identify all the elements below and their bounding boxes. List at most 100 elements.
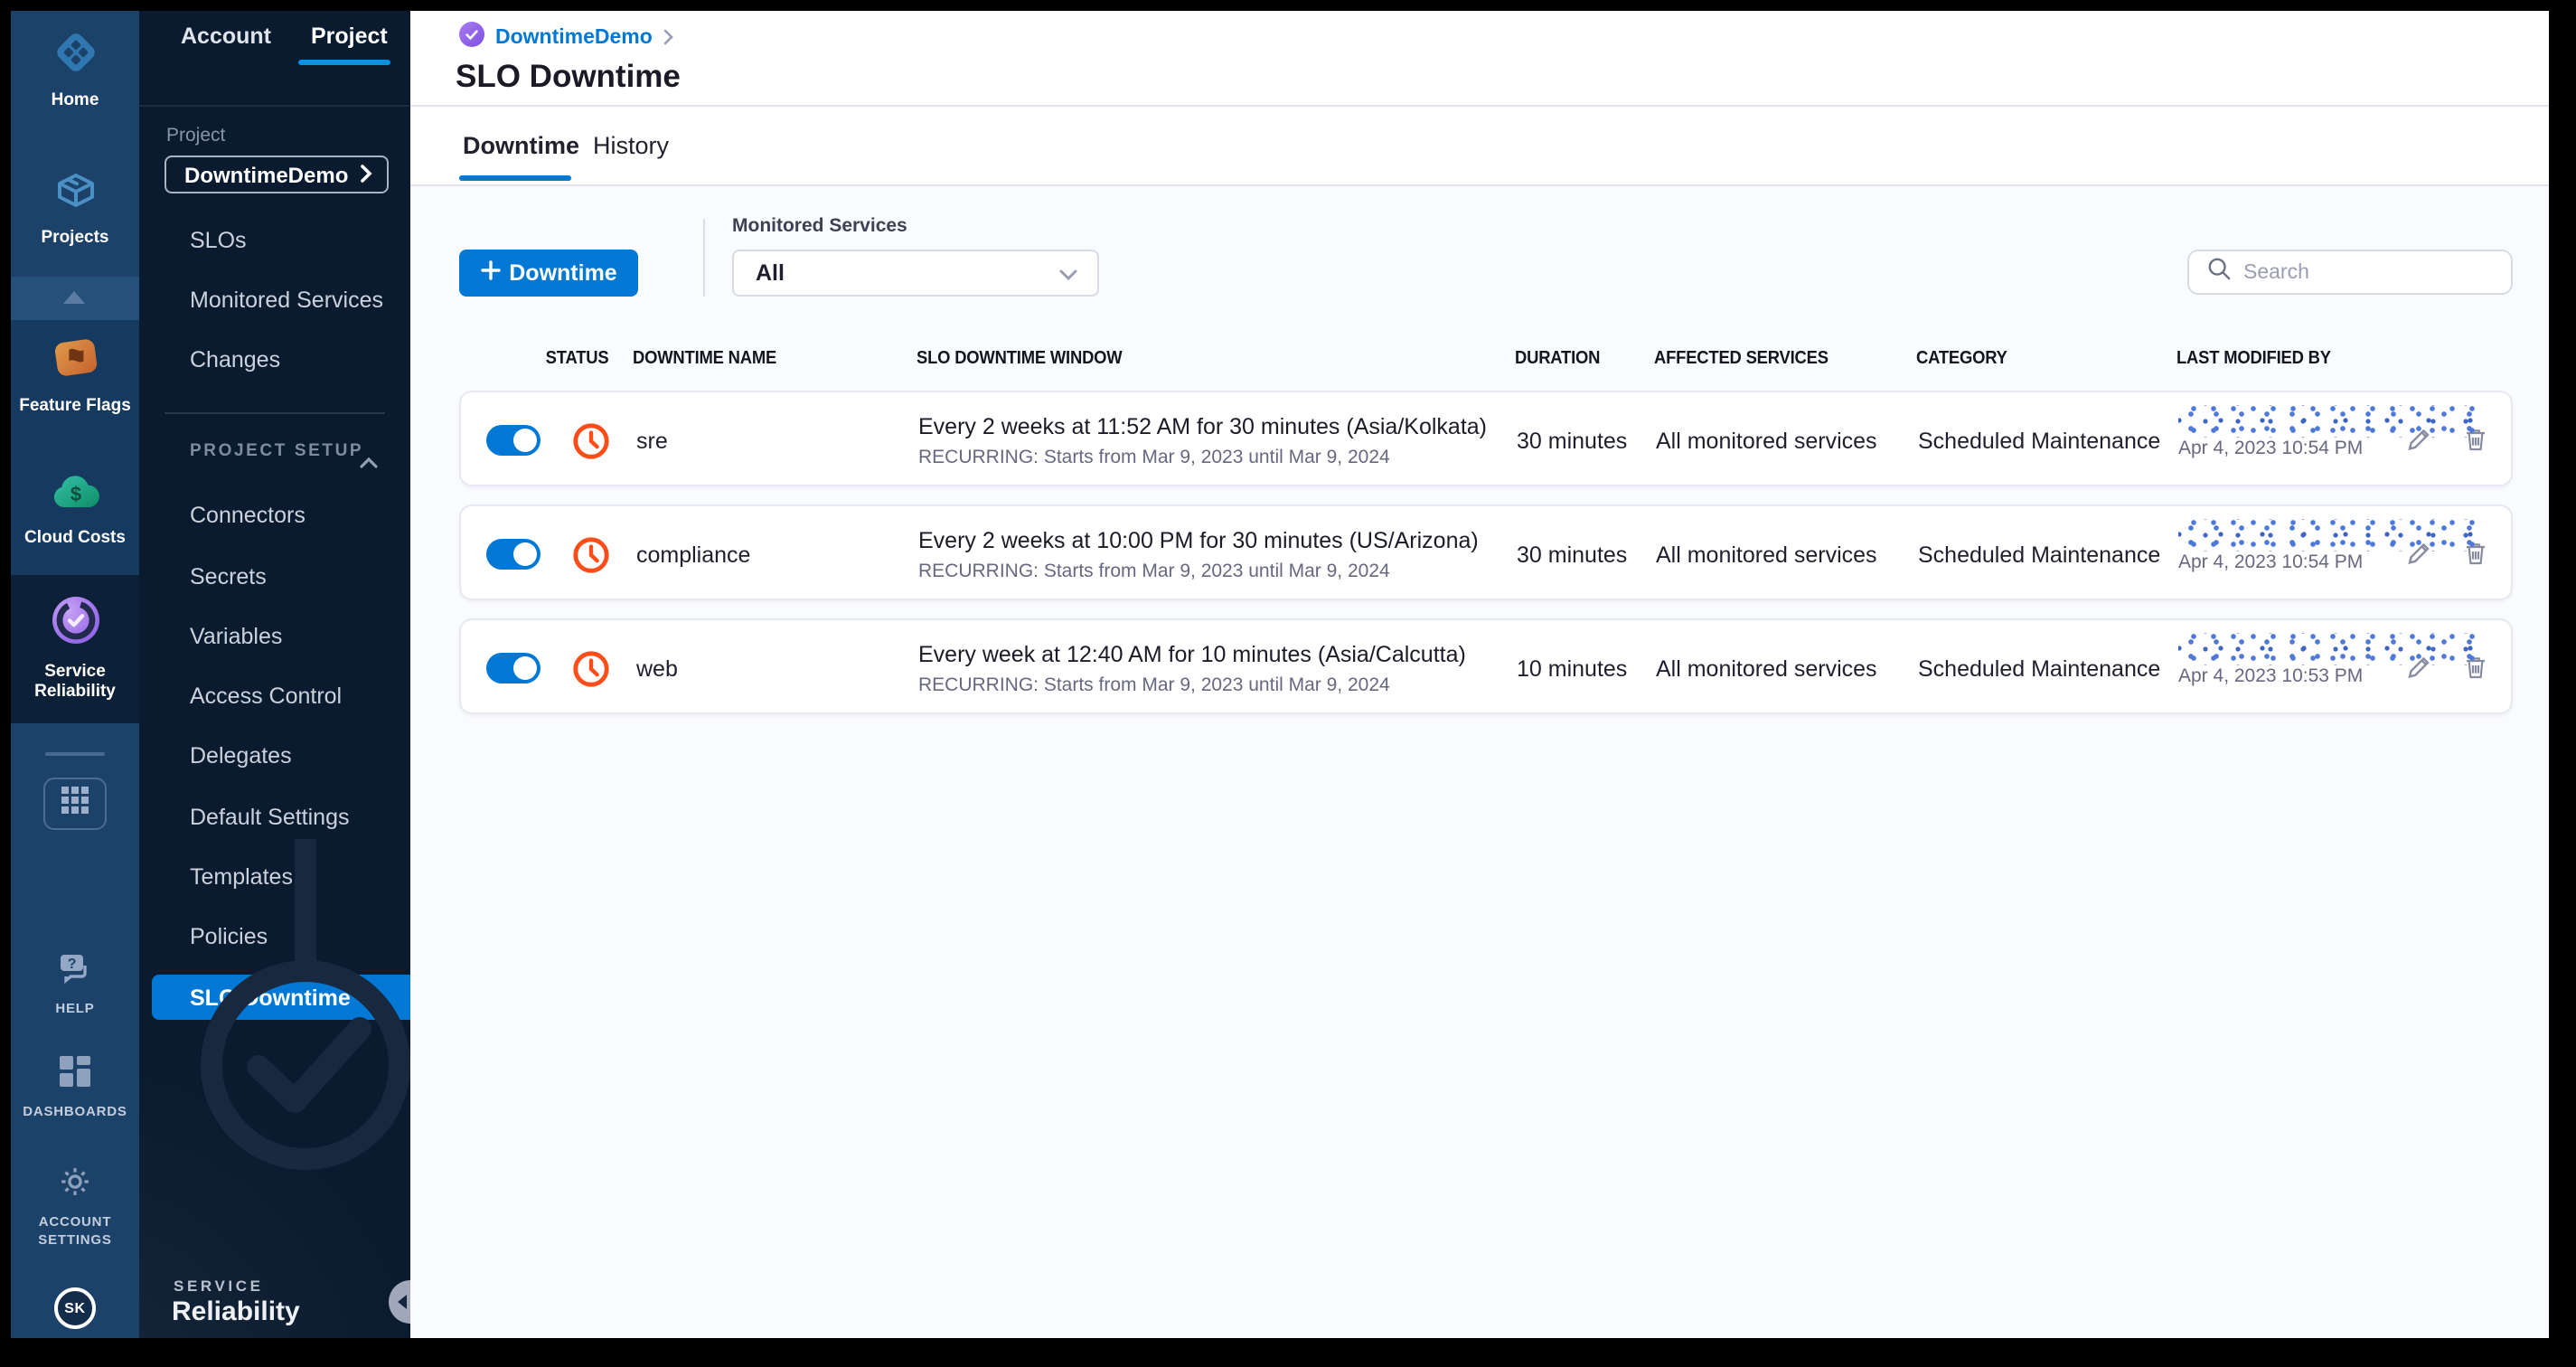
sidebar-collapse-handle[interactable] bbox=[389, 1280, 410, 1324]
chevron-right-icon bbox=[663, 22, 674, 54]
sidebar-tab-account[interactable]: Account bbox=[181, 24, 271, 49]
duration: 30 minutes bbox=[1517, 428, 1628, 453]
apps-grid-icon bbox=[61, 786, 89, 822]
search-input[interactable] bbox=[2243, 261, 2478, 283]
rail-collapse-arrow-icon[interactable] bbox=[63, 291, 85, 304]
sidebar-divider bbox=[139, 105, 410, 107]
service-reliability-icon bbox=[48, 593, 102, 656]
rail-item-feature-flags[interactable]: Feature Flags bbox=[11, 333, 139, 416]
recurring-clock-icon bbox=[571, 648, 611, 688]
recurring-clock-icon bbox=[571, 420, 611, 460]
collapse-left-icon bbox=[397, 1295, 406, 1309]
rail-item-projects[interactable]: Projects bbox=[11, 166, 139, 248]
sidebar-item-templates[interactable]: Templates bbox=[139, 855, 410, 899]
sidebar-item-slos[interactable]: SLOs bbox=[139, 219, 410, 262]
gear-icon bbox=[58, 1164, 92, 1208]
cloud-costs-icon: $ bbox=[48, 470, 102, 523]
filter-value: All bbox=[756, 260, 785, 286]
last-modified-time: Apr 4, 2023 10:53 PM bbox=[2178, 665, 2364, 687]
rail-item-home[interactable]: Home bbox=[11, 29, 139, 110]
main-content: DowntimeDemo SLO Downtime Downtime Histo… bbox=[410, 11, 2549, 1338]
dashboards-icon bbox=[58, 1054, 92, 1098]
plus-icon bbox=[480, 260, 500, 286]
chevron-down-icon bbox=[1059, 260, 1077, 286]
project-setup-section-label[interactable]: PROJECT SETUP bbox=[190, 441, 363, 461]
affected-services: All monitored services bbox=[1656, 655, 1877, 681]
duration: 10 minutes bbox=[1517, 655, 1628, 681]
sidebar-item-connectors[interactable]: Connectors bbox=[139, 494, 410, 537]
sidebar-item-variables[interactable]: Variables bbox=[139, 615, 410, 658]
tab-downtime[interactable]: Downtime bbox=[463, 132, 579, 159]
app-window: Home Projects Feature Flags $ Cloud Cost… bbox=[11, 11, 2549, 1338]
sidebar-item-secrets[interactable]: Secrets bbox=[139, 555, 410, 599]
downtime-window: Every 2 weeks at 10:00 PM for 30 minutes… bbox=[918, 527, 1479, 581]
col-category: CATEGORY bbox=[1916, 348, 2007, 368]
search-icon bbox=[2207, 256, 2231, 288]
col-last-modified-by: LAST MODIFIED BY bbox=[2176, 348, 2331, 368]
status-toggle[interactable] bbox=[486, 653, 541, 684]
rail-item-service-reliability[interactable]: Service Reliability bbox=[11, 593, 139, 702]
sidebar-item-default-settings[interactable]: Default Settings bbox=[139, 796, 410, 839]
chevron-right-icon bbox=[360, 162, 372, 187]
tab-history[interactable]: History bbox=[593, 132, 669, 159]
breadcrumb-project-link[interactable]: DowntimeDemo bbox=[495, 27, 653, 49]
table-row: compliance Every 2 weeks at 10:00 PM for… bbox=[459, 504, 2513, 600]
sidebar-item-slo-downtime-active[interactable]: SLO Downtime bbox=[152, 975, 410, 1020]
status-toggle[interactable] bbox=[486, 425, 541, 456]
screen: Home Projects Feature Flags $ Cloud Cost… bbox=[0, 0, 2576, 1367]
monitored-services-filter[interactable]: All bbox=[732, 250, 1099, 297]
affected-services: All monitored services bbox=[1656, 428, 1877, 453]
sidebar-item-changes[interactable]: Changes bbox=[139, 338, 410, 382]
table-header: STATUS DOWNTIME NAME SLO DOWNTIME WINDOW… bbox=[459, 342, 2513, 374]
project-name: DowntimeDemo bbox=[184, 162, 349, 187]
rail-item-label: Cloud Costs bbox=[24, 528, 126, 548]
sidebar-footer-title: Reliability bbox=[172, 1296, 300, 1327]
rail-item-label: ACCOUNT SETTINGS bbox=[38, 1213, 112, 1247]
user-avatar[interactable]: SK bbox=[54, 1287, 96, 1329]
category: Scheduled Maintenance bbox=[1918, 428, 2161, 453]
breadcrumb: DowntimeDemo bbox=[459, 21, 674, 54]
new-downtime-button[interactable]: Downtime bbox=[459, 250, 638, 297]
module-rail: Home Projects Feature Flags $ Cloud Cost… bbox=[11, 11, 139, 1338]
reliability-watermark bbox=[201, 839, 410, 1170]
rail-item-dashboards[interactable]: DASHBOARDS bbox=[11, 1054, 139, 1120]
redacted-user-name bbox=[2178, 519, 2482, 552]
active-tab-underline bbox=[459, 175, 571, 181]
category: Scheduled Maintenance bbox=[1918, 542, 2161, 567]
col-downtime-name: DOWNTIME NAME bbox=[633, 348, 777, 368]
table-row: web Every week at 12:40 AM for 10 minute… bbox=[459, 618, 2513, 714]
last-modified-time: Apr 4, 2023 10:54 PM bbox=[2178, 438, 2364, 459]
downtime-window: Every 2 weeks at 11:52 AM for 30 minutes… bbox=[918, 413, 1487, 467]
chevron-up-icon[interactable] bbox=[360, 445, 378, 477]
rail-item-cloud-costs[interactable]: $ Cloud Costs bbox=[11, 470, 139, 548]
affected-services: All monitored services bbox=[1656, 542, 1877, 567]
downtime-name: web bbox=[636, 655, 678, 681]
help-icon: ? bbox=[56, 951, 94, 995]
last-modified-cell: Apr 4, 2023 10:54 PM bbox=[2178, 506, 2511, 602]
sidebar-item-delegates[interactable]: Delegates bbox=[139, 734, 410, 778]
downtime-name: compliance bbox=[636, 542, 751, 567]
svg-text:$: $ bbox=[70, 483, 80, 505]
apps-grid-button[interactable] bbox=[43, 778, 107, 830]
sidebar-tab-underline bbox=[298, 60, 390, 64]
redacted-user-name bbox=[2178, 405, 2482, 438]
project-sidebar: Account Project Project DowntimeDemo SLO… bbox=[139, 11, 410, 1338]
sidebar-item-access-control[interactable]: Access Control bbox=[139, 674, 410, 718]
rail-item-account-settings[interactable]: ACCOUNT SETTINGS bbox=[11, 1164, 139, 1248]
status-toggle[interactable] bbox=[486, 539, 541, 570]
rail-item-help[interactable]: ? HELP bbox=[11, 951, 139, 1017]
home-icon bbox=[52, 29, 99, 85]
sidebar-tab-project[interactable]: Project bbox=[311, 24, 388, 49]
page-title: SLO Downtime bbox=[456, 58, 681, 94]
rail-item-label: Projects bbox=[41, 228, 109, 248]
redacted-user-name bbox=[2178, 633, 2482, 665]
project-selector[interactable]: DowntimeDemo bbox=[165, 156, 389, 193]
sidebar-item-monitored-services[interactable]: Monitored Services bbox=[139, 278, 410, 322]
sidebar-item-policies[interactable]: Policies bbox=[139, 915, 410, 958]
project-selector-label: Project bbox=[166, 125, 226, 146]
rail-item-label: DASHBOARDS bbox=[23, 1103, 127, 1119]
last-modified-cell: Apr 4, 2023 10:53 PM bbox=[2178, 620, 2511, 716]
col-duration: DURATION bbox=[1515, 348, 1601, 368]
rail-item-label: Service Reliability bbox=[34, 662, 116, 702]
last-modified-time: Apr 4, 2023 10:54 PM bbox=[2178, 552, 2364, 573]
